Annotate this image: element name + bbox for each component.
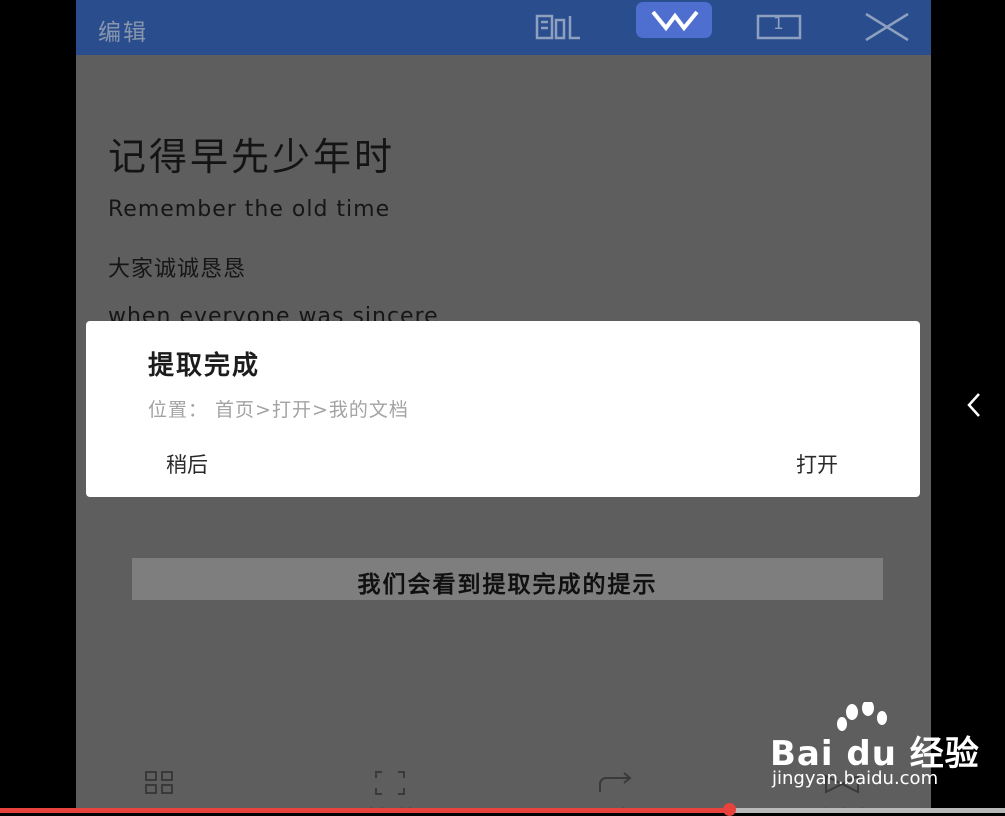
watermark-url: jingyan.baidu.com	[772, 768, 939, 789]
bottom-tab-tools[interactable]: 工具	[104, 770, 224, 813]
top-toolbar: 编辑 1	[76, 0, 931, 55]
video-progress-played	[0, 808, 729, 813]
wps-logo-icon[interactable]	[636, 2, 712, 38]
document-line: Remember the old time	[108, 197, 391, 222]
close-icon[interactable]	[862, 12, 912, 42]
open-button[interactable]: 打开	[796, 449, 838, 479]
bottom-tab-share[interactable]: 分享	[556, 770, 676, 813]
window-count-icon[interactable]: 1	[754, 12, 804, 42]
previous-slide-arrow-icon[interactable]	[962, 390, 986, 424]
later-button[interactable]: 稍后	[166, 449, 208, 479]
dialog-location: 位置： 首页>打开>我的文档	[148, 399, 409, 421]
hint-caption: 我们会看到提取完成的提示	[132, 558, 883, 600]
extract-complete-dialog: 提取完成 位置： 首页>打开>我的文档 稍后 打开	[86, 321, 920, 497]
reading-mode-icon[interactable]	[534, 12, 582, 42]
phone-screen: 编辑 1 记得早先少年时 Remember the old time 大家诚诚恳…	[76, 0, 931, 813]
video-progress-knob[interactable]	[722, 803, 736, 816]
share-icon	[599, 772, 632, 792]
window-count: 1	[773, 14, 784, 34]
hint-caption-text: 我们会看到提取完成的提示	[357, 572, 658, 598]
tools-icon	[145, 771, 173, 794]
edit-button[interactable]: 编辑	[98, 13, 148, 47]
fit-phone-icon	[375, 771, 405, 795]
document-line: 大家诚诚恳恳	[108, 257, 247, 282]
bottom-tab-fit-phone[interactable]: 适应手机	[330, 770, 450, 813]
document-title: 记得早先少年时	[108, 135, 396, 179]
dialog-title: 提取完成	[148, 351, 261, 381]
